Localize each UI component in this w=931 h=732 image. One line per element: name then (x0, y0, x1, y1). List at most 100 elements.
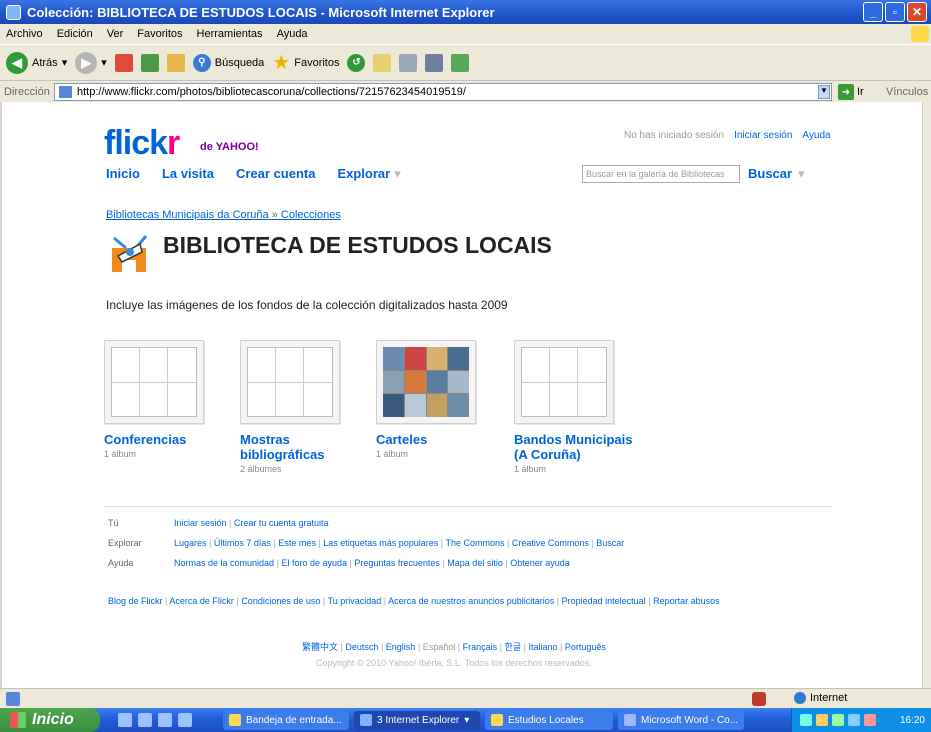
close-button[interactable]: ✕ (907, 2, 927, 22)
menu-ayuda[interactable]: Ayuda (277, 28, 308, 40)
language-link[interactable]: English (386, 642, 416, 652)
security-zone[interactable]: Internet (794, 692, 847, 704)
set-thumbnail[interactable] (514, 340, 614, 424)
edit-icon[interactable] (425, 53, 444, 72)
set-item[interactable]: Bandos Municipais (A Coruña) 1 álbum (514, 340, 644, 474)
task-internet-explorer[interactable]: 3 Internet Explorer ▾ (354, 710, 480, 730)
set-thumbnail[interactable] (376, 340, 476, 424)
print-icon[interactable] (399, 53, 418, 72)
breadcrumb-section[interactable]: Colecciones (281, 209, 341, 221)
tray-icon[interactable] (864, 714, 876, 726)
favorites-button[interactable]: ★ Favoritos (272, 50, 339, 75)
clock[interactable]: 16:20 (900, 715, 925, 726)
address-input[interactable]: http://www.flickr.com/photos/bibliotecas… (54, 83, 832, 101)
back-dropdown-icon[interactable]: ▾ (62, 56, 68, 69)
language-link[interactable]: Français (463, 642, 498, 652)
stop-icon[interactable] (114, 53, 133, 72)
login-link[interactable]: Iniciar sesión (734, 130, 792, 141)
quick-launch-icon[interactable] (158, 713, 172, 727)
footer-link[interactable]: Condiciones de uso (241, 596, 320, 606)
footer-link[interactable]: Normas de la comunidad (174, 558, 274, 568)
footer-link[interactable]: Lugares (174, 538, 207, 548)
menu-edicion[interactable]: Edición (57, 28, 93, 40)
search-button-label: Buscar (748, 166, 793, 181)
nav-inicio[interactable]: Inicio (106, 166, 140, 182)
set-title[interactable]: Mostras bibliográficas (240, 432, 370, 462)
footer-link[interactable]: Tu privacidad (328, 596, 382, 606)
search-button[interactable]: ⚲ Búsqueda (192, 53, 264, 72)
set-item[interactable]: Mostras bibliográficas 2 álbumes (240, 340, 370, 474)
help-link[interactable]: Ayuda (802, 130, 830, 141)
footer-link[interactable]: Este mes (278, 538, 316, 548)
language-link[interactable]: Português (565, 642, 606, 652)
menu-favoritos[interactable]: Favoritos (137, 28, 182, 40)
quick-launch-icon[interactable] (138, 713, 152, 727)
footer-link[interactable]: El foro de ayuda (281, 558, 347, 568)
forward-button[interactable]: ▶ ▾ (75, 51, 107, 74)
nav-explorar[interactable]: Explorar ▾ (337, 166, 400, 182)
set-thumbnail[interactable] (240, 340, 340, 424)
tray-icon[interactable] (848, 714, 860, 726)
footer-link[interactable]: Crear tu cuenta gratuita (234, 518, 329, 528)
footer-link[interactable]: Preguntas frecuentes (354, 558, 440, 568)
footer-link[interactable]: Propiedad intelectual (562, 596, 646, 606)
quick-launch-icon[interactable] (118, 713, 132, 727)
go-button[interactable]: ➜ Ir (838, 84, 864, 100)
footer-link[interactable]: Últimos 7 días (214, 538, 271, 548)
menu-archivo[interactable]: Archivo (6, 28, 43, 40)
set-title[interactable]: Bandos Municipais (A Coruña) (514, 432, 644, 462)
mail-icon[interactable] (373, 53, 392, 72)
footer-link[interactable]: Acerca de nuestros anuncios publicitario… (388, 596, 554, 606)
set-item[interactable]: Conferencias 1 álbum (104, 340, 234, 459)
start-button[interactable]: Inicio (0, 708, 100, 732)
menu-herramientas[interactable]: Herramientas (197, 28, 263, 40)
footer-link[interactable]: Mapa del sitio (447, 558, 503, 568)
language-link[interactable]: 繁體中文 (302, 642, 338, 652)
set-title[interactable]: Conferencias (104, 432, 234, 447)
set-title[interactable]: Carteles (376, 432, 506, 447)
nav-la-visita[interactable]: La visita (162, 166, 214, 182)
maximize-button[interactable]: ▫ (885, 2, 905, 22)
minimize-button[interactable]: _ (863, 2, 883, 22)
quick-launch-icon[interactable] (178, 713, 192, 727)
breadcrumb-owner[interactable]: Bibliotecas Municipais da Coruña (106, 209, 269, 221)
links-label[interactable]: Vínculos (886, 86, 928, 98)
forward-dropdown-icon[interactable]: ▾ (101, 56, 107, 69)
task-estudios-locales[interactable]: Estudios Locales (485, 710, 613, 730)
footer-link[interactable]: The Commons (445, 538, 504, 548)
footer-link[interactable]: Blog de Flickr (108, 596, 163, 606)
set-thumbnail[interactable] (104, 340, 204, 424)
title-bar[interactable]: Colección: BIBLIOTECA DE ESTUDOS LOCAIS … (0, 0, 931, 24)
home-icon[interactable] (166, 53, 185, 72)
search-submit-button[interactable]: Buscar ▾ (748, 166, 805, 182)
footer-link[interactable]: Obtener ayuda (510, 558, 570, 568)
language-link[interactable]: Italiano (528, 642, 557, 652)
footer-link[interactable]: Iniciar sesión (174, 518, 227, 528)
task-outlook[interactable]: Bandeja de entrada... (223, 710, 349, 730)
messenger-icon[interactable] (451, 53, 470, 72)
address-dropdown-icon[interactable]: ▼ (818, 85, 830, 99)
footer-link[interactable]: Las etiquetas más populares (323, 538, 438, 548)
search-input[interactable]: Buscar en la galería de Bibliotecas (582, 165, 740, 183)
set-item[interactable]: Carteles 1 álbum (376, 340, 506, 459)
task-word[interactable]: Microsoft Word - Co... (618, 710, 744, 730)
nav-crear-cuenta[interactable]: Crear cuenta (236, 166, 315, 182)
footer-link[interactable]: Acerca de Flickr (169, 596, 234, 606)
history-icon[interactable]: ↺ (347, 53, 366, 72)
tray-icon[interactable] (816, 714, 828, 726)
language-link[interactable]: 한글 (505, 642, 522, 652)
footer-link[interactable]: Buscar (596, 538, 624, 548)
footer-link[interactable]: Creative Commons (512, 538, 589, 548)
search-dropdown-icon[interactable]: ▾ (798, 166, 805, 181)
footer-link[interactable]: Reportar abusos (653, 596, 720, 606)
tray-icon[interactable] (800, 714, 812, 726)
refresh-icon[interactable] (140, 53, 159, 72)
vertical-scrollbar[interactable] (922, 102, 931, 688)
system-tray: 16:20 (791, 708, 931, 732)
language-link[interactable]: Deutsch (345, 642, 378, 652)
flickr-logo[interactable]: flickr de YAHOO! (104, 124, 259, 163)
not-logged-text: No has iniciado sesión (624, 130, 725, 141)
tray-icon[interactable] (832, 714, 844, 726)
back-button[interactable]: ◀ Atrás ▾ (6, 51, 68, 74)
menu-ver[interactable]: Ver (107, 28, 124, 40)
